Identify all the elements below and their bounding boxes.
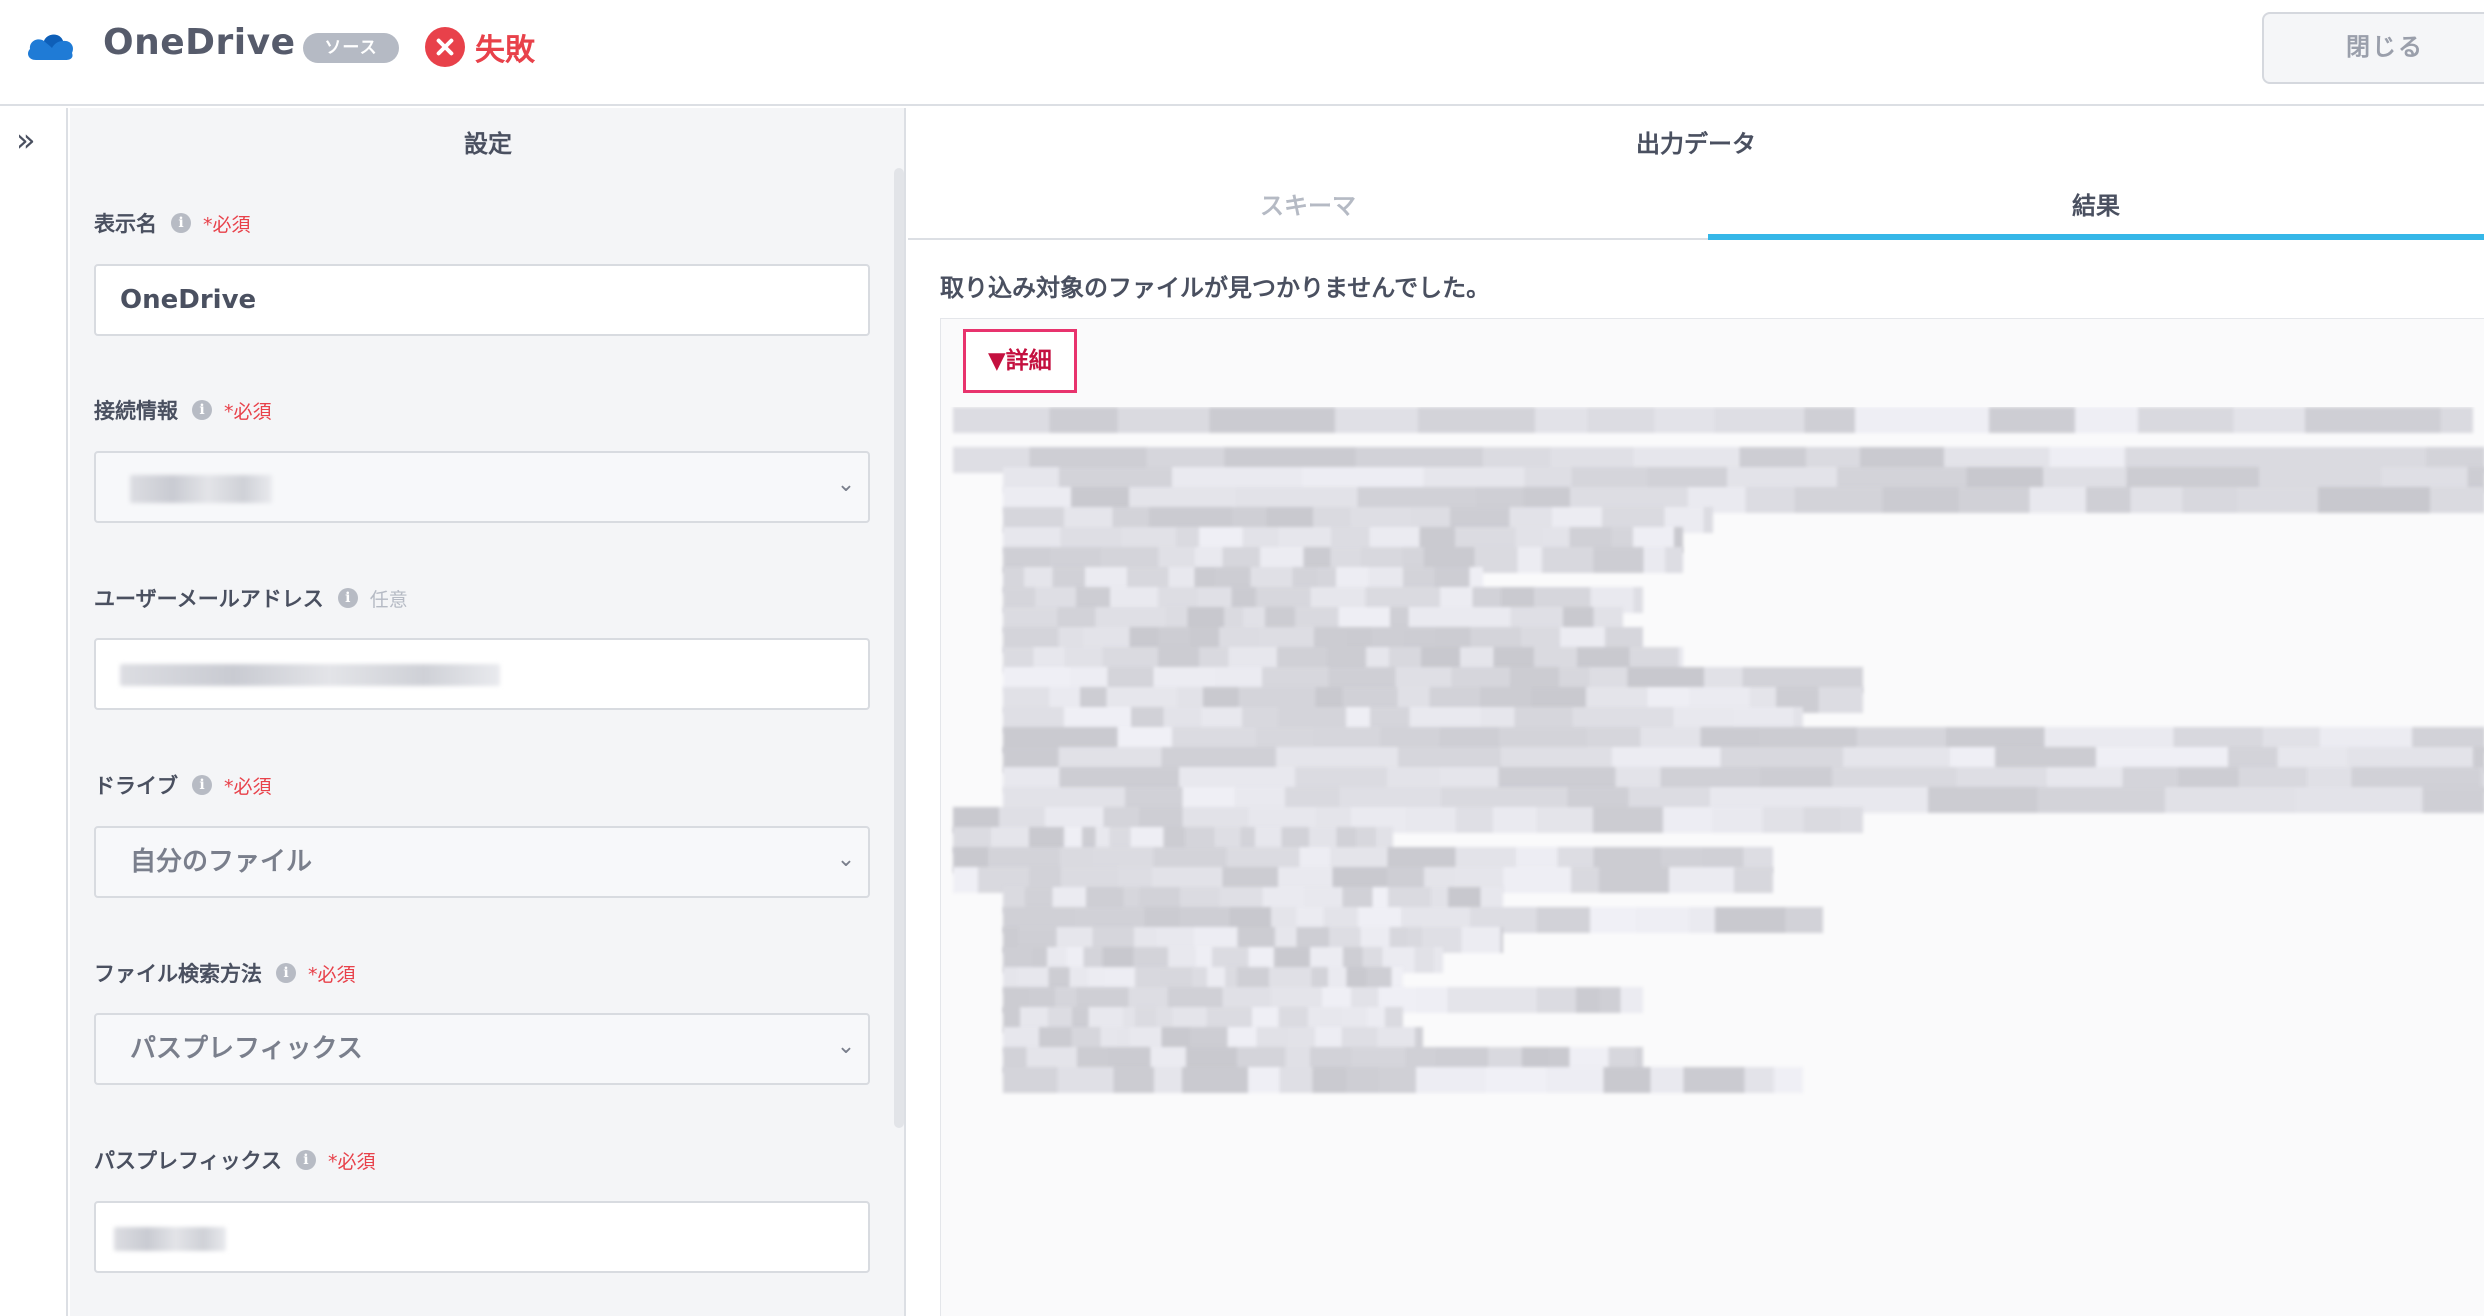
required-tag: *必須 xyxy=(308,963,356,986)
connection-label: 接続情報 i *必須 xyxy=(94,395,272,425)
file-search-method-select[interactable]: パスプレフィックス ⌄ xyxy=(94,1013,870,1085)
details-box: ▼詳細 xyxy=(940,318,2484,1316)
info-icon[interactable]: i xyxy=(337,588,358,608)
info-icon[interactable]: i xyxy=(171,213,191,233)
drive-label: ドライブ i *必須 xyxy=(94,770,272,800)
onedrive-cloud-icon xyxy=(28,34,73,60)
user-email-label: ユーザーメールアドレス i 任意 xyxy=(94,583,408,613)
info-icon[interactable]: i xyxy=(276,963,296,983)
redacted-row xyxy=(1003,1067,1803,1093)
tab-result[interactable]: 結果 xyxy=(1708,172,2484,240)
redacted-row xyxy=(953,407,2473,433)
chevron-down-icon: ⌄ xyxy=(836,472,856,497)
settings-title: 設定 xyxy=(464,130,512,158)
info-icon[interactable]: i xyxy=(192,775,212,795)
chevron-down-icon: ⌄ xyxy=(836,1034,856,1059)
header: OneDrive ソース 失敗 閉じる xyxy=(0,0,2484,106)
settings-panel: 設定 表示名 i *必須 OneDrive 接続情報 i *必須 ⌄ ユーザーメ… xyxy=(70,108,906,1316)
path-prefix-input[interactable] xyxy=(94,1201,870,1273)
app-title: OneDrive xyxy=(103,22,296,63)
status-text: 失敗 xyxy=(475,33,535,68)
required-tag: *必須 xyxy=(224,400,272,423)
double-chevron-right-icon[interactable]: » xyxy=(16,124,36,156)
redacted-connection-value xyxy=(130,475,272,503)
drive-select-value: 自分のファイル xyxy=(130,847,313,877)
redacted-path-prefix-value xyxy=(114,1227,226,1251)
connection-select[interactable]: ⌄ xyxy=(94,451,870,523)
status-indicator: 失敗 xyxy=(425,27,535,68)
display-name-input[interactable]: OneDrive xyxy=(94,264,870,336)
redacted-email-value xyxy=(120,664,500,686)
output-panel: 出力データ スキーマ 結果 取り込み対象のファイルが見つかりませんでした。 ▼詳… xyxy=(908,108,2484,1316)
user-email-input[interactable] xyxy=(94,638,870,710)
output-title: 出力データ xyxy=(1636,130,1756,158)
optional-tag: 任意 xyxy=(369,588,408,611)
info-icon[interactable]: i xyxy=(295,1150,316,1170)
tab-schema[interactable]: スキーマ xyxy=(908,172,1708,240)
display-name-label: 表示名 i *必須 xyxy=(94,208,251,238)
path-prefix-label: パスプレフィックス i *必須 xyxy=(94,1145,375,1175)
chevron-down-icon: ⌄ xyxy=(836,847,856,872)
required-tag: *必須 xyxy=(224,775,272,798)
close-button[interactable]: 閉じる xyxy=(2262,12,2484,84)
settings-scrollbar[interactable] xyxy=(894,168,904,1128)
drive-select[interactable]: 自分のファイル ⌄ xyxy=(94,826,870,898)
required-tag: *必須 xyxy=(203,213,251,236)
required-tag: *必須 xyxy=(327,1150,376,1173)
file-search-method-value: パスプレフィックス xyxy=(130,1034,363,1064)
output-tabs: スキーマ 結果 xyxy=(908,172,2484,240)
error-x-icon xyxy=(425,27,465,67)
details-toggle[interactable]: ▼詳細 xyxy=(963,329,1077,393)
redacted-details-content xyxy=(941,407,2484,1316)
collapsed-rail: » xyxy=(0,108,68,1316)
source-badge: ソース xyxy=(303,33,399,63)
info-icon[interactable]: i xyxy=(192,400,212,420)
file-search-method-label: ファイル検索方法 i *必須 xyxy=(94,958,356,988)
result-message: 取り込み対象のファイルが見つかりませんでした。 xyxy=(940,274,1491,302)
